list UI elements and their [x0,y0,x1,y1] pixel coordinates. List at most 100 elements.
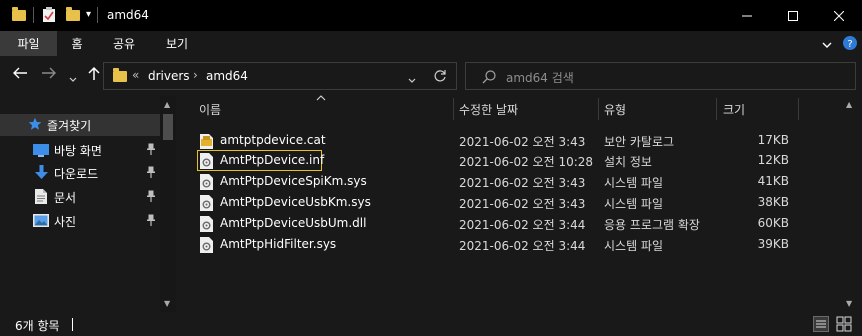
address-overflow[interactable]: « [132,68,139,82]
file-date: 2021-06-02 오전 3:43 [459,197,586,211]
address-dropdown[interactable] [408,73,416,87]
refresh-icon [434,70,446,82]
sidebar-item-label: 문서 [54,190,77,205]
ribbon-tabs: 파일 홈 공유 보기 ? [0,31,862,56]
chevron-down-icon [69,77,77,82]
dll-file-icon [200,216,213,232]
details-view-button[interactable] [813,316,829,332]
scroll-up-arrow-icon[interactable]: ▲ [164,100,170,109]
back-arrow-icon [13,67,27,79]
sidebar-item-pictures[interactable]: 사진 [0,210,160,232]
refresh-button[interactable] [433,69,447,86]
forward-button[interactable] [41,66,57,84]
file-name: AmtPtpDeviceUsbKm.sys [220,195,371,209]
pin-icon[interactable] [146,214,156,226]
status-divider [72,318,73,331]
file-name: amtptpdevice.cat [220,133,326,147]
pin-icon[interactable] [146,143,156,155]
new-folder-icon[interactable] [66,7,80,21]
back-button[interactable] [12,66,28,84]
tab-home[interactable]: 홈 [60,31,94,56]
tab-file[interactable]: 파일 [0,31,57,56]
document-icon [35,189,47,207]
scrollbar-thumb[interactable] [163,114,173,140]
maximize-button[interactable] [770,0,816,31]
sidebar-item-desktop[interactable]: 바탕 화면 [0,139,160,161]
svg-text:?: ? [847,39,852,50]
catalog-file-icon [200,133,213,149]
sidebar-item-downloads[interactable]: 다운로드 [0,162,160,184]
tab-share[interactable]: 공유 [104,31,144,56]
item-count: 6개 항목 [15,319,60,333]
file-date: 2021-06-02 오전 3:43 [459,176,586,190]
scroll-up-arrow-icon[interactable]: ▲ [846,100,852,109]
folder-app-icon [12,7,26,21]
scroll-down-arrow-icon[interactable]: ▼ [164,299,170,308]
table-row[interactable]: amtptpdevice.cat 2021-06-02 오전 3:43 보안 카… [177,130,837,151]
window-title: amd64 [107,8,149,22]
column-divider[interactable] [453,98,454,120]
up-arrow-icon [88,66,100,80]
close-button[interactable] [816,0,862,31]
sidebar-item-label: 다운로드 [54,166,99,181]
column-header-date[interactable]: 수정한 날짜 [459,96,518,122]
large-icons-view-button[interactable] [836,316,852,332]
scroll-down-arrow-icon[interactable]: ▼ [846,299,852,308]
column-header-type[interactable]: 유형 [604,96,626,122]
tab-view[interactable]: 보기 [156,31,198,56]
recent-locations-dropdown[interactable] [69,69,77,87]
download-icon [35,165,48,183]
table-row[interactable]: AmtPtpDeviceUsbKm.sys 2021-06-02 오전 3:43… [177,192,837,213]
file-size: 39KB [757,237,789,251]
file-date: 2021-06-02 오전 3:43 [459,135,586,149]
sidebar-item-label: 바탕 화면 [54,143,102,158]
close-icon [834,10,844,21]
expand-ribbon-icon[interactable] [822,38,832,52]
pin-icon[interactable] [146,190,156,202]
breadcrumb-amd64[interactable]: amd64 [206,69,248,83]
file-type: 보안 카탈로그 [604,135,675,149]
navigation-pane: 즐겨찾기 바탕 화면 다운로드 문서 사진 [0,96,176,312]
sort-ascending-icon [316,94,326,104]
column-header-name[interactable]: 이름 [199,96,221,122]
qat-customize-dropdown[interactable]: ▾ [86,9,91,20]
table-row[interactable]: AmtPtpDeviceSpiKm.sys 2021-06-02 오전 3:43… [177,171,837,192]
search-icon [482,70,496,87]
file-type: 시스템 파일 [604,176,664,190]
breadcrumb-drivers[interactable]: drivers [148,69,190,83]
search-box[interactable]: amd64 검색 [465,62,856,90]
navigation-pane-scrollbar[interactable]: ▲ ▼ [160,96,176,312]
column-divider[interactable] [598,98,599,120]
file-size: 12KB [757,153,789,167]
pictures-icon [33,214,49,230]
sidebar-item-quick-access[interactable]: 즐겨찾기 [0,114,160,136]
file-size: 38KB [757,195,789,209]
properties-icon[interactable] [42,7,56,26]
sidebar-item-documents[interactable]: 문서 [0,186,160,208]
file-list-scrollbar[interactable]: ▲ ▼ [842,96,862,312]
column-header-size[interactable]: 크기 [723,96,745,122]
column-divider[interactable] [716,98,717,120]
file-list: 이름 수정한 날짜 유형 크기 amtptpdevice.cat 2021-06… [177,94,862,312]
sidebar-item-label: 사진 [54,214,77,229]
table-row[interactable]: AmtPtpDevice.inf 2021-06-02 오전 10:28 설치 … [177,150,837,171]
file-date: 2021-06-02 오전 3:44 [459,239,586,253]
forward-arrow-icon [42,67,56,79]
star-icon [28,117,42,134]
desktop-icon [33,144,49,160]
sidebar-item-label: 즐겨찾기 [47,118,92,133]
up-button[interactable] [88,66,100,85]
file-name: AmtPtpHidFilter.sys [220,237,337,251]
pin-icon[interactable] [146,166,156,178]
title-divider [97,7,98,23]
address-bar[interactable]: « drivers › amd64 [103,62,457,90]
column-divider[interactable] [798,98,799,120]
table-row[interactable]: AmtPtpDeviceUsbUm.dll 2021-06-02 오전 3:44… [177,213,837,234]
file-size: 60KB [757,216,789,230]
minimize-icon [742,15,752,16]
help-icon[interactable]: ? [843,36,857,53]
minimize-button[interactable] [724,0,770,31]
file-name: AmtPtpDeviceSpiKm.sys [220,174,367,188]
qat-divider [33,7,34,23]
table-row[interactable]: AmtPtpHidFilter.sys 2021-06-02 오전 3:44 시… [177,234,837,255]
